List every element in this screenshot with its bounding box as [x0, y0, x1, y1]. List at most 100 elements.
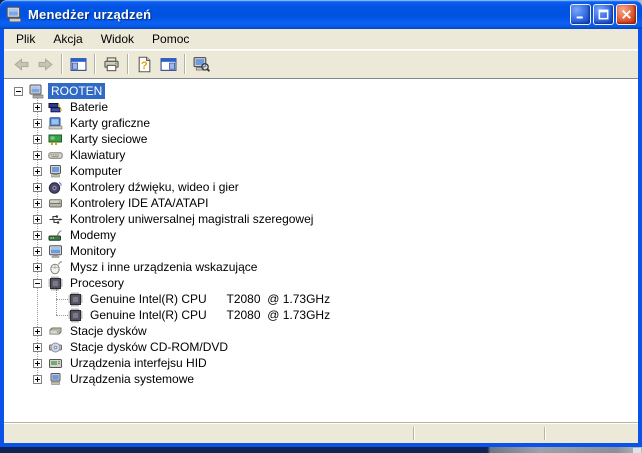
toggle-console-tree-button[interactable] — [66, 53, 90, 76]
tree-item-monitory[interactable]: Monitory — [4, 243, 638, 259]
tree-item-baterie[interactable]: Baterie — [4, 99, 638, 115]
tree-item-label[interactable]: Kontrolery dźwięku, wideo i gier — [67, 179, 242, 195]
tree-item-label[interactable]: Urządzenia systemowe — [67, 371, 197, 387]
svg-text:?: ? — [140, 59, 147, 71]
tree-item-cpu-1[interactable]: Genuine Intel(R) CPU T2080 @ 1.73GHz — [4, 291, 638, 307]
toolbar: ? — [4, 50, 638, 78]
expand-icon[interactable] — [33, 230, 42, 240]
tree-item-label[interactable]: Urządzenia interfejsu HID — [67, 355, 210, 371]
minimize-button[interactable] — [570, 4, 591, 25]
tree-item-label[interactable]: Karty graficzne — [67, 115, 153, 131]
tree-item-klawiatury[interactable]: Klawiatury — [4, 147, 638, 163]
expand-icon[interactable] — [33, 102, 42, 112]
status-divider — [544, 427, 545, 440]
toolbar-separator — [94, 54, 95, 74]
tree-item-label[interactable]: Modemy — [67, 227, 119, 243]
print-button[interactable] — [99, 53, 123, 76]
menu-bar: Plik Akcja Widok Pomoc — [4, 29, 638, 50]
help-button[interactable]: ? — [132, 53, 156, 76]
wallpaper-highlight — [633, 448, 641, 453]
menu-item-plik[interactable]: Plik — [7, 30, 44, 48]
collapse-icon[interactable] — [14, 86, 23, 96]
scan-hardware-changes-button[interactable] — [189, 53, 213, 76]
tree-item-label[interactable]: Genuine Intel(R) CPU T2080 @ 1.73GHz — [87, 307, 333, 323]
tree-item-karty-graficzne[interactable]: Karty graficzne — [4, 115, 638, 131]
expand-icon[interactable] — [33, 150, 42, 160]
expand-icon[interactable] — [33, 198, 42, 208]
tree-item-label[interactable]: ROOTEN — [48, 83, 106, 99]
window-controls — [570, 4, 637, 25]
processor-icon — [68, 292, 83, 307]
computer-icon — [29, 84, 44, 99]
tree-item-label[interactable]: Baterie — [67, 99, 111, 115]
display-adapter-icon — [48, 116, 63, 131]
menu-item-pomoc[interactable]: Pomoc — [143, 30, 198, 48]
tree-item-label[interactable]: Procesory — [67, 275, 127, 291]
tree-item-urzadzenia-systemowe[interactable]: Urządzenia systemowe — [4, 371, 638, 387]
collapse-icon[interactable] — [33, 278, 42, 288]
computer-device-icon — [48, 164, 63, 179]
ide-controller-icon — [48, 196, 63, 211]
device-manager-icon — [6, 6, 23, 23]
device-tree: ROOTEN Baterie Karty graficzne Karty siecio… — [4, 78, 638, 422]
forward-button[interactable] — [33, 53, 57, 76]
tree-item-kontrolery-ide[interactable]: Kontrolery IDE ATA/ATAPI — [4, 195, 638, 211]
processor-icon — [48, 276, 63, 291]
action-pane-icon — [160, 56, 177, 73]
tree-item-kontrolery-usb[interactable]: Kontrolery uniwersalnej magistrali szere… — [4, 211, 638, 227]
back-button[interactable] — [9, 53, 33, 76]
expand-icon[interactable] — [33, 246, 42, 256]
tree-item-label[interactable]: Kontrolery IDE ATA/ATAPI — [67, 195, 212, 211]
menu-item-widok[interactable]: Widok — [92, 30, 143, 48]
device-manager-window: Menedżer urządzeń Plik Akcja Widok Pomoc ? … — [0, 0, 642, 447]
close-icon — [622, 10, 631, 19]
maximize-icon — [598, 9, 609, 20]
expand-icon[interactable] — [33, 134, 42, 144]
tree-item-kontrolery-dzwieku[interactable]: Kontrolery dźwięku, wideo i gier — [4, 179, 638, 195]
expand-icon[interactable] — [33, 214, 42, 224]
modem-icon — [48, 228, 63, 243]
expand-icon[interactable] — [33, 166, 42, 176]
disk-drive-icon — [48, 324, 63, 339]
toolbar-separator — [61, 54, 62, 74]
expand-icon[interactable] — [33, 326, 42, 336]
tree-item-mysz[interactable]: Mysz i inne urządzenia wskazujące — [4, 259, 638, 275]
console-tree-icon — [70, 56, 87, 73]
window-body: Plik Akcja Widok Pomoc ? ROOTEN Baterie Karty… — [0, 29, 642, 447]
printer-icon — [103, 56, 120, 73]
expand-icon[interactable] — [33, 262, 42, 272]
tree-item-procesory[interactable]: Procesory — [4, 275, 638, 291]
forward-arrow-icon — [37, 56, 54, 73]
window-title: Menedżer urządzeń — [28, 7, 152, 22]
tree-item-modemy[interactable]: Modemy — [4, 227, 638, 243]
expand-icon[interactable] — [33, 182, 42, 192]
tree-item-cpu-2[interactable]: Genuine Intel(R) CPU T2080 @ 1.73GHz — [4, 307, 638, 323]
tree-item-label[interactable]: Karty sieciowe — [67, 131, 150, 147]
show-action-pane-button[interactable] — [156, 53, 180, 76]
tree-item-karty-sieciowe[interactable]: Karty sieciowe — [4, 131, 638, 147]
tree-item-label[interactable]: Komputer — [67, 163, 125, 179]
tree-item-label[interactable]: Monitory — [67, 243, 119, 259]
tree-item-label[interactable]: Kontrolery uniwersalnej magistrali szere… — [67, 211, 316, 227]
menu-item-akcja[interactable]: Akcja — [44, 30, 91, 48]
tree-item-label[interactable]: Genuine Intel(R) CPU T2080 @ 1.73GHz — [87, 291, 333, 307]
tree-item-stacje-cdrom[interactable]: Stacje dysków CD-ROM/DVD — [4, 339, 638, 355]
toolbar-separator — [184, 54, 185, 74]
tree-item-stacje-dyskow[interactable]: Stacje dysków — [4, 323, 638, 339]
expand-icon[interactable] — [33, 118, 42, 128]
title-bar[interactable]: Menedżer urządzeń — [0, 0, 642, 29]
tree-item-rooten[interactable]: ROOTEN — [4, 83, 638, 99]
tree-item-urzadzenia-hid[interactable]: Urządzenia interfejsu HID — [4, 355, 638, 371]
tree-item-label[interactable]: Mysz i inne urządzenia wskazujące — [67, 259, 260, 275]
tree-item-label[interactable]: Stacje dysków — [67, 323, 150, 339]
expand-icon[interactable] — [33, 374, 42, 384]
monitor-icon — [48, 244, 63, 259]
maximize-button[interactable] — [593, 4, 614, 25]
close-button[interactable] — [616, 4, 637, 25]
expand-icon[interactable] — [33, 342, 42, 352]
tree-item-label[interactable]: Klawiatury — [67, 147, 128, 163]
expand-icon[interactable] — [33, 358, 42, 368]
tree-item-label[interactable]: Stacje dysków CD-ROM/DVD — [67, 339, 231, 355]
mouse-icon — [48, 260, 63, 275]
tree-item-komputer[interactable]: Komputer — [4, 163, 638, 179]
